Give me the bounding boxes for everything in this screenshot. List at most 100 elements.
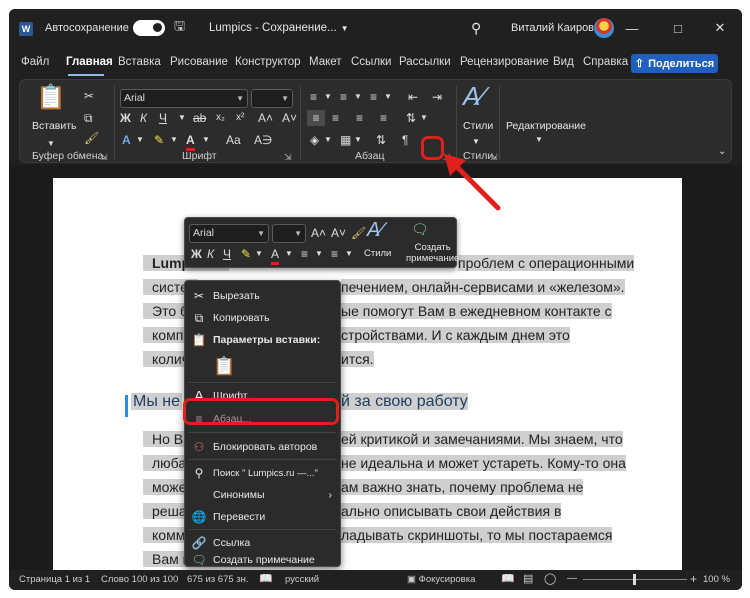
bullets-dropdown-icon[interactable]: ▼ (324, 89, 332, 105)
word-icon[interactable]: W (19, 22, 33, 36)
minimize-icon[interactable]: — (609, 9, 655, 47)
editing-button[interactable]: Редактирование (506, 120, 586, 132)
zoom-in-icon[interactable]: + (690, 572, 697, 586)
underline-dropdown-icon[interactable]: ▼ (178, 110, 186, 126)
mini-size-combo[interactable]: ▼ (272, 224, 306, 243)
tab-draw[interactable]: Рисование (170, 56, 228, 68)
superscript-icon[interactable]: x² (236, 110, 244, 126)
web-layout-icon[interactable]: ◯ (544, 572, 556, 585)
borders-dropdown-icon[interactable]: ▼ (354, 132, 362, 148)
font-size-combo[interactable]: ▼ (251, 89, 293, 108)
mini-underline-button[interactable]: Ч (223, 246, 231, 262)
char-count[interactable]: 675 из 675 зн. (187, 574, 249, 585)
tab-home[interactable]: Главная (66, 56, 113, 68)
search-icon[interactable]: ⚲ (471, 9, 481, 47)
mini-bold-button[interactable]: Ж (191, 246, 202, 262)
multilevel-dropdown-icon[interactable]: ▼ (384, 89, 392, 105)
language-indicator[interactable]: русский (285, 574, 319, 585)
shading-icon[interactable]: ◈ (310, 132, 319, 148)
tab-review[interactable]: Рецензирование (460, 56, 549, 68)
tab-references[interactable]: Ссылки (351, 56, 392, 68)
font-grow-icon[interactable]: A˄ (258, 110, 273, 126)
mini-bullets-dropdown-icon[interactable]: ▼ (315, 246, 323, 262)
line-spacing-dropdown-icon[interactable]: ▼ (420, 110, 428, 126)
mini-comment-icon[interactable]: 🗨 (411, 221, 429, 237)
increase-indent-icon[interactable]: ⇥ (432, 89, 442, 105)
print-layout-icon[interactable]: ▤ (523, 572, 533, 585)
numbering-dropdown-icon[interactable]: ▼ (354, 89, 362, 105)
styles-icon[interactable]: A∕ (463, 83, 485, 109)
mini-italic-button[interactable]: К (207, 246, 214, 262)
tab-layout[interactable]: Макет (309, 56, 342, 68)
mini-font-color-icon[interactable]: A (271, 246, 280, 265)
read-mode-icon[interactable]: 📖 (501, 572, 515, 585)
ribbon-collapse-icon[interactable]: ⌄ (718, 144, 726, 160)
autosave-toggle[interactable] (133, 9, 165, 47)
subscript-icon[interactable]: x₂ (216, 110, 225, 126)
menu-item-block-authors[interactable]: ⚇ Блокировать авторов (185, 436, 340, 458)
bullets-icon[interactable]: ≡ (310, 89, 317, 105)
editing-dropdown-icon[interactable]: ▼ (535, 132, 543, 148)
menu-item-new-comment[interactable]: 🗨 Создать примечание (185, 553, 340, 567)
page-count[interactable]: Страница 1 из 1 (19, 574, 90, 585)
font-color-dropdown-icon[interactable]: ▼ (202, 132, 210, 148)
mini-numbering-icon[interactable]: ≡ (331, 246, 338, 262)
format-painter-icon[interactable]: 🖌 (84, 130, 99, 146)
zoom-slider-thumb[interactable] (633, 574, 636, 585)
menu-item-cut[interactable]: ✂ Вырезать (185, 285, 340, 307)
tab-help[interactable]: Справка (583, 56, 628, 68)
styles-dropdown-icon[interactable]: ▼ (472, 134, 480, 150)
tab-mailings[interactable]: Рассылки (399, 56, 451, 68)
menu-item-link[interactable]: 🔗 Ссылка (185, 532, 340, 554)
mini-highlight-dropdown-icon[interactable]: ▼ (255, 246, 263, 262)
tab-view[interactable]: Вид (553, 56, 574, 68)
maximize-icon[interactable]: □ (655, 9, 701, 47)
sort-icon[interactable]: ⇅ (376, 132, 386, 148)
tab-design[interactable]: Конструктор (235, 56, 301, 68)
numbering-icon[interactable]: ≡ (340, 89, 347, 105)
save-icon[interactable]: 🖫 (174, 9, 185, 47)
highlight-dropdown-icon[interactable]: ▼ (170, 132, 178, 148)
proofing-icon[interactable]: 📖 (259, 572, 273, 585)
mini-numbering-dropdown-icon[interactable]: ▼ (345, 246, 353, 262)
shading-dropdown-icon[interactable]: ▼ (324, 132, 332, 148)
mini-styles-icon[interactable]: A∕ (367, 220, 384, 240)
text-effects-icon[interactable]: A (122, 132, 131, 148)
underline-button[interactable]: Ч (159, 110, 167, 126)
paste-label[interactable]: Вставить (32, 120, 77, 132)
close-icon[interactable]: ✕ (697, 9, 742, 47)
zoom-level[interactable]: 100 % (703, 574, 730, 585)
font-name-combo[interactable]: Arial ▼ (120, 89, 248, 108)
mini-bullets-icon[interactable]: ≡ (301, 246, 308, 262)
user-name[interactable]: Виталий Каиров (511, 9, 594, 47)
word-count[interactable]: Слово 100 из 100 (101, 574, 178, 585)
bold-button[interactable]: Ж (120, 110, 131, 126)
mini-format-painter-icon[interactable]: 🖌 (351, 225, 366, 241)
paste-keep-text-option[interactable]: 📋 (185, 353, 340, 379)
strikethrough-icon[interactable]: ab (193, 110, 206, 126)
align-left-icon[interactable]: ≡ (307, 110, 325, 126)
clipboard-launcher-icon[interactable]: ⇲ (100, 152, 108, 163)
document-title[interactable]: Lumpics - Сохранение... ▼ (209, 9, 349, 47)
highlight-icon[interactable]: ✎ (154, 132, 164, 148)
mini-new-comment-button[interactable]: Создать примечание (406, 242, 459, 264)
mini-highlight-icon[interactable]: ✎ (241, 246, 251, 262)
mini-font-color-dropdown-icon[interactable]: ▼ (285, 246, 293, 262)
font-launcher-icon[interactable]: ⇲ (284, 152, 292, 163)
menu-item-synonyms[interactable]: Синонимы › (185, 484, 340, 506)
tab-insert[interactable]: Вставка (118, 56, 161, 68)
line-spacing-icon[interactable]: ⇅ (406, 110, 416, 126)
share-button[interactable]: ⇧ Поделиться (631, 54, 718, 73)
focus-mode[interactable]: ▣ Фокусировка (407, 574, 475, 585)
multilevel-list-icon[interactable]: ≡ (370, 89, 377, 105)
decrease-indent-icon[interactable]: ⇤ (408, 89, 418, 105)
mini-grow-font-icon[interactable]: A˄ (311, 225, 326, 241)
borders-icon[interactable]: ▦ (340, 132, 351, 148)
font-color-icon[interactable]: A (186, 132, 195, 151)
italic-button[interactable]: К (140, 110, 147, 126)
copy-icon[interactable]: ⧉ (84, 110, 93, 126)
show-marks-icon[interactable]: ¶ (402, 132, 408, 148)
mini-font-combo[interactable]: Arial ▼ (189, 224, 269, 243)
paste-icon[interactable]: 📋 (36, 86, 66, 110)
menu-item-search[interactable]: ⚲ Поиск " Lumpics.ru —..." (185, 462, 340, 484)
